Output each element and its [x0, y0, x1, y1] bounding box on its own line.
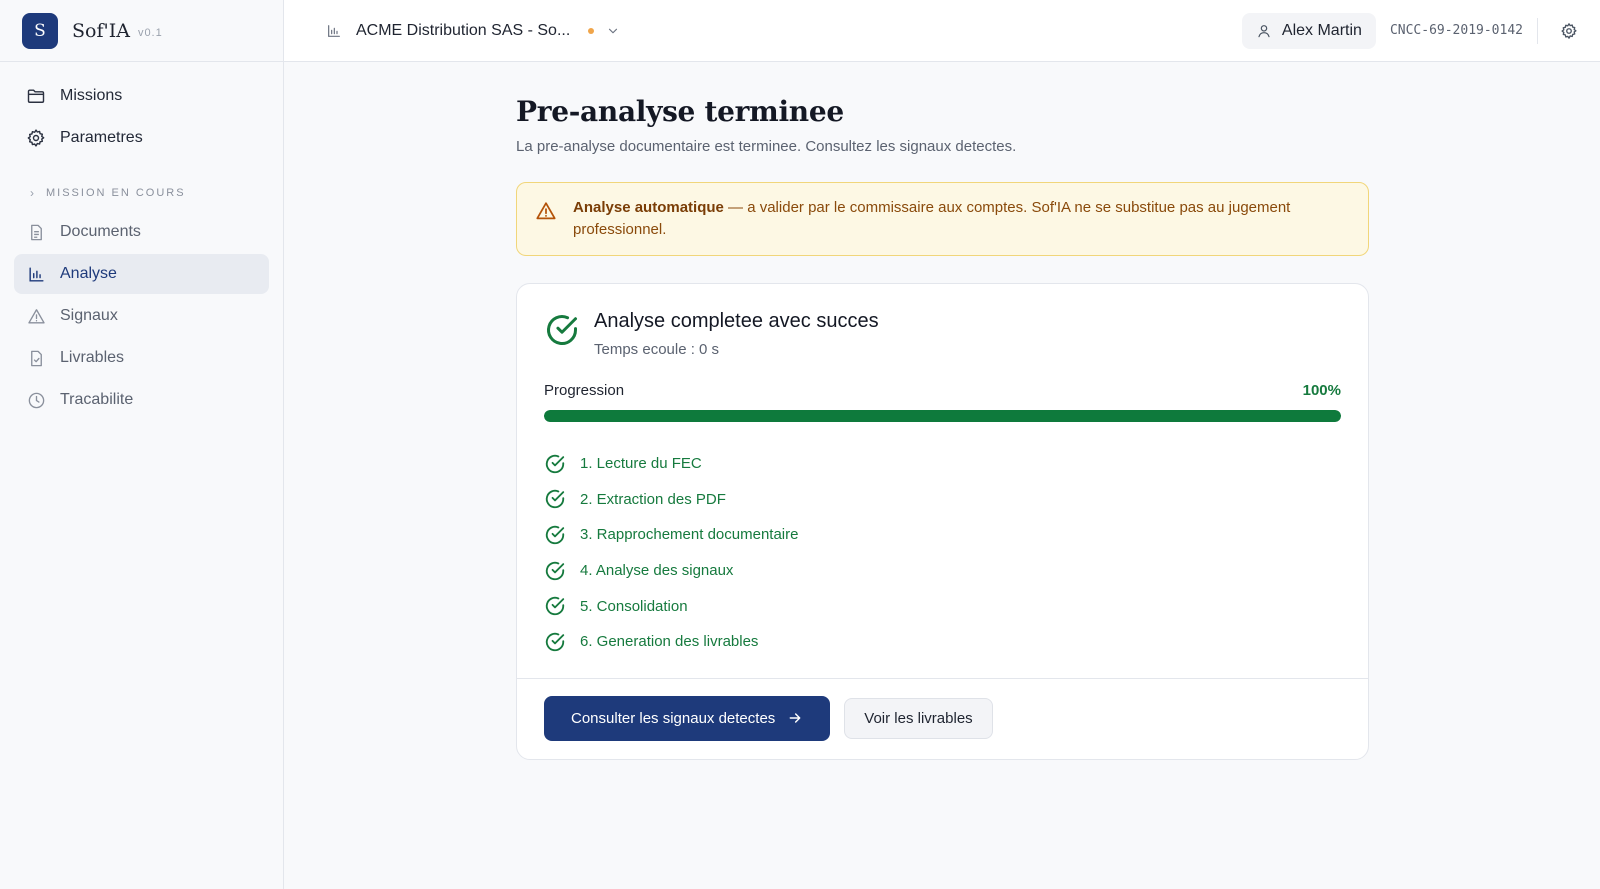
sidebar-item-label: Tracabilite: [60, 391, 134, 408]
check-circle-icon: [544, 312, 580, 348]
app-logo: S: [22, 12, 58, 49]
chevron-right-icon: ›: [30, 186, 36, 200]
user-name: Alex Martin: [1281, 21, 1362, 39]
file-check-icon: [26, 348, 46, 368]
warning-icon: [26, 306, 46, 326]
sidebar-item-label: Documents: [60, 223, 141, 240]
topbar: ACME Distribution SAS - So... Alex Marti…: [284, 0, 1600, 62]
bar-chart-icon: [326, 23, 342, 39]
button-label: Consulter les signaux detectes: [571, 709, 776, 727]
card-title: Analyse completee avec succes: [594, 310, 879, 332]
arrow-right-icon: [787, 710, 803, 726]
check-circle-icon: [544, 488, 566, 510]
check-circle-icon: [544, 453, 566, 475]
progress-header: Progression 100%: [544, 382, 1341, 399]
sidebar-item-tracabilite[interactable]: Tracabilite: [14, 380, 269, 420]
sidebar-item-label: Parametres: [60, 129, 143, 146]
steps-list: 1. Lecture du FEC 2. Extraction des PDF 3.…: [544, 446, 1341, 660]
sidebar: S Sof'IA v0.1 Missions Parametres › MISS…: [0, 0, 284, 889]
progress-label: Progression: [544, 382, 625, 399]
license-number: CNCC-69-2019-0142: [1390, 17, 1538, 44]
step-item: 5. Consolidation: [544, 588, 1341, 624]
step-label: 4. Analyse des signaux: [580, 562, 734, 580]
page-title: Pre-analyse terminee: [516, 95, 844, 128]
check-circle-icon: [544, 595, 566, 617]
progress-bar: [544, 410, 1341, 422]
step-item: 2. Extraction des PDF: [544, 482, 1341, 518]
view-signals-button[interactable]: Consulter les signaux detectes: [544, 695, 831, 741]
sidebar-item-label: Analyse: [60, 265, 117, 282]
folder-icon: [26, 86, 46, 106]
section-label: MISSION EN COURS: [46, 187, 186, 199]
alert-title: Analyse automatique: [573, 199, 724, 216]
document-icon: [26, 222, 46, 242]
sidebar-item-label: Livrables: [60, 349, 125, 366]
elapsed-time: Temps ecoule : 0 s: [594, 341, 720, 358]
step-label: 1. Lecture du FEC: [580, 455, 702, 473]
sidebar-nav: Missions Parametres › MISSION EN COURS D…: [0, 62, 283, 420]
sidebar-item-label: Signaux: [60, 307, 118, 324]
sidebar-item-signaux[interactable]: Signaux: [14, 296, 269, 336]
mission-name: ACME Distribution SAS - So...: [356, 21, 571, 39]
button-label: Voir les livrables: [864, 709, 973, 727]
sidebar-item-analyse[interactable]: Analyse: [14, 254, 269, 294]
chevron-down-icon: [606, 24, 620, 38]
main-content: Pre-analyse terminee La pre-analyse docu…: [516, 95, 1369, 760]
sidebar-item-missions[interactable]: Missions: [14, 76, 269, 116]
step-label: 5. Consolidation: [580, 597, 688, 615]
app-version: v0.1: [137, 26, 163, 39]
page-subtitle: La pre-analyse documentaire est terminee…: [516, 138, 1017, 155]
progress-value: 100%: [1302, 382, 1341, 399]
status-dot: [588, 27, 595, 34]
sidebar-item-documents[interactable]: Documents: [14, 212, 269, 252]
step-label: 6. Generation des livrables: [580, 633, 759, 651]
brand: S Sof'IA v0.1: [0, 0, 283, 62]
step-item: 6. Generation des livrables: [544, 624, 1341, 660]
topbar-right: Alex Martin CNCC-69-2019-0142: [1241, 0, 1600, 61]
view-deliverables-button[interactable]: Voir les livrables: [844, 697, 993, 739]
app-name: Sof'IA: [72, 19, 130, 42]
mission-selector[interactable]: ACME Distribution SAS - So...: [326, 22, 620, 40]
step-item: 1. Lecture du FEC: [544, 446, 1341, 482]
check-circle-icon: [544, 631, 566, 653]
step-item: 3. Rapprochement documentaire: [544, 517, 1341, 553]
sidebar-item-label: Missions: [60, 87, 123, 104]
gear-icon: [1560, 22, 1578, 40]
bar-chart-icon: [26, 264, 46, 284]
user-menu[interactable]: Alex Martin: [1241, 12, 1376, 49]
check-circle-icon: [544, 524, 566, 546]
analysis-card: Analyse completee avec succes Temps ecou…: [516, 283, 1369, 760]
clock-icon: [26, 390, 46, 410]
check-circle-icon: [544, 560, 566, 582]
settings-button[interactable]: [1538, 22, 1600, 40]
section-mission-en-cours[interactable]: › MISSION EN COURS: [14, 186, 269, 200]
step-item: 4. Analyse des signaux: [544, 553, 1341, 589]
progress-fill: [544, 410, 1341, 422]
warning-icon: [535, 200, 557, 222]
step-label: 3. Rapprochement documentaire: [580, 526, 799, 544]
user-icon: [1256, 23, 1272, 39]
card-header: Analyse completee avec succes Temps ecou…: [544, 310, 1341, 358]
card-actions: Consulter les signaux detectes Voir les …: [517, 677, 1368, 759]
gear-icon: [26, 128, 46, 148]
warning-alert: Analyse automatique — a valider par le c…: [516, 182, 1369, 256]
sidebar-item-livrables[interactable]: Livrables: [14, 338, 269, 378]
step-label: 2. Extraction des PDF: [580, 490, 726, 508]
sidebar-item-parametres[interactable]: Parametres: [14, 118, 269, 158]
